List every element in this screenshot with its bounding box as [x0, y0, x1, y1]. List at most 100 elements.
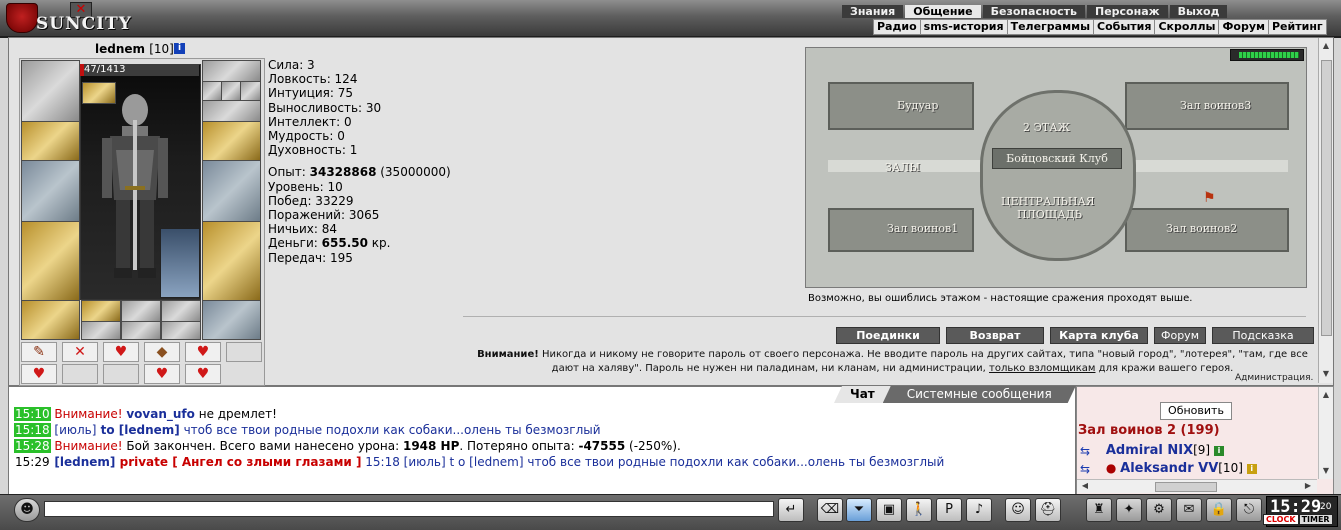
small-slot-4[interactable] [81, 321, 121, 340]
settings-icon[interactable]: ⚙ [1146, 498, 1172, 522]
scroll-down-icon[interactable]: ▼ [1320, 465, 1332, 477]
effect-heart-icon[interactable]: ♥ [185, 364, 221, 384]
menu-knowledge[interactable]: Знания [842, 5, 904, 18]
chat-input[interactable] [44, 501, 774, 517]
boots-slot[interactable] [202, 300, 261, 340]
tab-system-messages[interactable]: Системные сообщения [883, 386, 1076, 403]
info-icon[interactable]: i [1213, 445, 1224, 456]
chat-recipient[interactable]: to [lednem] [96, 423, 180, 437]
armor-slot[interactable] [21, 221, 80, 301]
eraser-icon[interactable]: ⌫ [817, 498, 843, 522]
weapon-slot[interactable] [21, 160, 80, 222]
forum-button[interactable]: Форум [1154, 327, 1206, 344]
private-message-icon[interactable]: ⇆ [1080, 462, 1102, 476]
room-scrollbar[interactable]: ▲ ▼ [1318, 387, 1333, 479]
translit-icon[interactable]: P [936, 498, 962, 522]
submenu-rating[interactable]: Рейтинг [1269, 20, 1326, 34]
room-user[interactable]: ⇆ ● Aleksandr VV[10] i [1080, 461, 1257, 476]
map-label-floor2[interactable]: 2 ЭТАЖ [1023, 121, 1070, 134]
character-name[interactable]: lednem [10] [95, 42, 174, 56]
room-user-name[interactable]: Aleksandr VV [1120, 461, 1218, 476]
info-icon[interactable]: i [174, 43, 185, 54]
menu-character[interactable]: Персонаж [1087, 5, 1168, 18]
scroll-right-icon[interactable]: ▶ [1302, 480, 1314, 492]
room-hscrollbar[interactable]: ◀ ▶ [1077, 479, 1317, 493]
timer-tab[interactable]: TIMER [1298, 514, 1333, 525]
exit-icon[interactable]: ⎋ [1236, 498, 1262, 522]
helmet-icon[interactable]: ⛑ [1035, 498, 1061, 522]
chat-time[interactable]: 15:29 [14, 455, 51, 469]
map-label-hall3[interactable]: Зал воинов3 [1180, 99, 1251, 112]
belt-slot[interactable] [21, 300, 80, 340]
menu-communication[interactable]: Общение [905, 5, 981, 18]
sound-icon[interactable]: ♪ [966, 498, 992, 522]
scroll-up-icon[interactable]: ▲ [1320, 40, 1332, 52]
map-icon[interactable]: ✉ [1176, 498, 1202, 522]
chat-private-target[interactable]: private [ Ангел со злыми глазами ] [115, 455, 362, 469]
room-user-name[interactable]: Admiral NIX [1106, 443, 1193, 458]
helmet-slot[interactable] [21, 60, 80, 122]
small-slot-6[interactable] [161, 321, 201, 340]
scroll-thumb[interactable] [1155, 482, 1217, 492]
chat-nick[interactable]: [lednem] [54, 455, 115, 469]
refresh-button[interactable]: Обновить [1160, 402, 1232, 420]
effect-silence-icon[interactable]: ✕ [62, 342, 98, 362]
ring-slot-1[interactable] [202, 81, 222, 101]
logo-emblem[interactable] [6, 3, 38, 33]
lock-icon[interactable]: 🔒 [1206, 498, 1232, 522]
map-label-boudoir[interactable]: Будуар [897, 99, 938, 112]
effect-heart-icon[interactable]: ♥ [185, 342, 221, 362]
map-label-square-line1[interactable]: ЦЕНТРАЛЬНАЯ [1001, 195, 1095, 208]
leggings-slot[interactable] [202, 221, 261, 301]
bracers-slot[interactable] [21, 121, 80, 161]
submenu-radio[interactable]: Радио [874, 20, 921, 34]
small-slot-3[interactable] [161, 300, 201, 322]
room-user[interactable]: ⇆ Admiral NIX[9] i [1080, 443, 1224, 458]
map-label-halls[interactable]: ЗАЛЫ [885, 161, 920, 174]
filter-icon[interactable]: ⏷ [846, 498, 872, 522]
send-icon[interactable]: ↵ [778, 498, 804, 522]
earrings-slot[interactable] [202, 60, 261, 82]
effect-heart-icon[interactable]: ♥ [21, 364, 57, 384]
scroll-up-icon[interactable]: ▲ [1320, 389, 1332, 401]
scroll-thumb[interactable] [1321, 60, 1332, 336]
info-icon[interactable]: i [1246, 463, 1257, 474]
private-message-icon[interactable]: ⇆ [1080, 444, 1102, 458]
club-map-button[interactable]: Карта клуба [1050, 327, 1148, 344]
map-label-club[interactable]: Бойцовский Клуб [992, 148, 1122, 169]
effect-heart-icon[interactable]: ♥ [144, 364, 180, 384]
submenu-forum[interactable]: Форум [1219, 20, 1269, 34]
clock-tab[interactable]: CLOCK [1263, 514, 1299, 525]
submenu-sms-history[interactable]: sms-история [921, 20, 1008, 34]
save-log-icon[interactable]: ▣ [876, 498, 902, 522]
smiley-icon[interactable]: ☺ [1005, 498, 1031, 522]
warning-link[interactable]: только взломщикам [989, 363, 1095, 374]
hint-button[interactable]: Подсказка [1212, 327, 1314, 344]
ring-slot-2[interactable] [221, 81, 241, 101]
pet-portrait[interactable] [160, 228, 200, 298]
chat-nick[interactable]: vovan_ufo [126, 407, 195, 421]
chat-time[interactable]: 15:10 [14, 407, 51, 421]
chat-time[interactable]: 15:28 [14, 439, 51, 453]
ring-slot-3[interactable] [240, 81, 261, 101]
smile-head-icon[interactable]: ☻ [14, 498, 40, 522]
chat-channel[interactable]: [июль] [54, 423, 96, 437]
walk-icon[interactable]: 🚶 [906, 498, 932, 522]
small-slot-2[interactable] [121, 300, 161, 322]
effect-elixir-icon[interactable]: ◆ [144, 342, 180, 362]
small-slot-5[interactable] [121, 321, 161, 340]
tab-chat[interactable]: Чат [834, 386, 891, 403]
offhand-slot[interactable] [202, 160, 261, 222]
gloves-slot[interactable] [202, 121, 261, 161]
effect-scroll-icon[interactable]: ✎ [21, 342, 57, 362]
submenu-telegrams[interactable]: Телеграммы [1008, 20, 1095, 34]
map-label-hall2[interactable]: Зал воинов2 [1166, 222, 1237, 235]
skills-icon[interactable]: ✦ [1116, 498, 1142, 522]
submenu-events[interactable]: События [1094, 20, 1156, 34]
small-slot-1[interactable] [81, 300, 121, 322]
effect-heart-icon[interactable]: ♥ [103, 342, 139, 362]
menu-exit[interactable]: Выход [1169, 5, 1228, 18]
map-label-hall1[interactable]: Зал воинов1 [887, 222, 958, 235]
return-button[interactable]: Возврат [946, 327, 1044, 344]
necklace-slot[interactable] [202, 100, 261, 122]
